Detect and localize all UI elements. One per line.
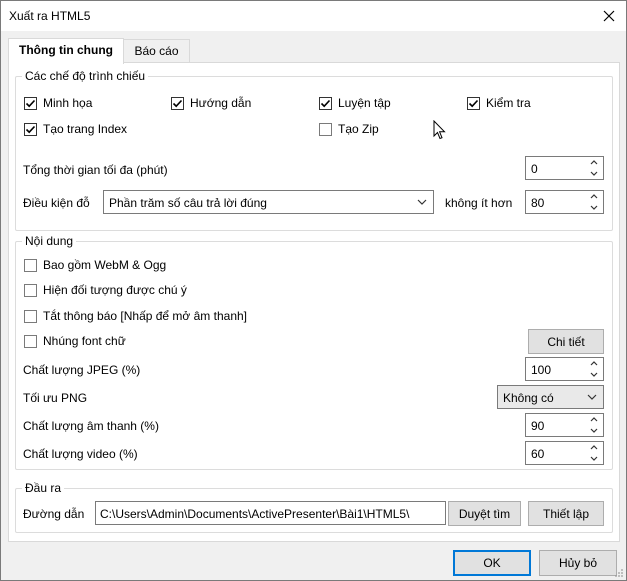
checkbox-box	[319, 122, 332, 136]
close-button[interactable]	[592, 1, 626, 31]
jpeg-quality-label: Chất lượng JPEG (%)	[23, 363, 141, 377]
checkbox-create-index[interactable]: Tạo trang Index	[24, 122, 127, 136]
checkbox-label: Nhúng font chữ	[43, 334, 126, 348]
resize-grip-icon[interactable]	[614, 568, 624, 578]
cancel-button[interactable]: Hủy bỏ	[539, 550, 617, 576]
tab-report-label: Báo cáo	[134, 44, 179, 58]
output-path-field[interactable]: C:\Users\Admin\Documents\ActivePresenter…	[95, 501, 446, 525]
checkbox-label: Hướng dẫn	[190, 96, 252, 110]
checkbox-box	[24, 334, 37, 348]
jpeg-quality-value: 100	[531, 363, 552, 377]
browse-button[interactable]: Duyệt tìm	[448, 501, 521, 526]
check-icon	[25, 99, 36, 107]
spin-down-icon[interactable]	[590, 372, 598, 378]
checkbox-label: Hiện đối tượng được chú ý	[43, 283, 187, 297]
checkbox-illustration[interactable]: Minh họa	[24, 96, 92, 110]
checkbox-mute-notice[interactable]: Tắt thông báo [Nhấp để mở âm thanh]	[24, 309, 247, 323]
checkbox-label: Luyện tập	[338, 96, 391, 110]
check-icon	[320, 99, 331, 107]
checkbox-label: Tạo trang Index	[43, 122, 128, 136]
checkbox-create-zip[interactable]: Tạo Zip	[319, 122, 379, 136]
checkbox-box	[171, 96, 184, 110]
pass-condition-label: Điều kiện đỗ	[23, 196, 90, 210]
chevron-down-icon	[587, 394, 597, 400]
settings-button-label: Thiết lập	[542, 506, 590, 521]
spin-up-icon[interactable]	[590, 159, 598, 165]
pass-condition-select[interactable]: Phần trăm số câu trả lời đúng	[103, 190, 434, 214]
png-optimize-select[interactable]: Không có	[497, 385, 604, 409]
spin-down-icon[interactable]	[590, 428, 598, 434]
details-button[interactable]: Chi tiết	[528, 329, 604, 354]
checkbox-show-highlighted[interactable]: Hiện đối tượng được chú ý	[24, 283, 187, 297]
spin-up-icon[interactable]	[590, 193, 598, 199]
window-title: Xuất ra HTML5	[9, 9, 91, 23]
title-bar: Xuất ra HTML5	[1, 1, 626, 31]
check-icon	[172, 99, 183, 107]
spin-up-icon[interactable]	[590, 444, 598, 450]
max-time-spinbox[interactable]: 0	[525, 156, 604, 180]
content-group-title: Nội dung	[22, 234, 77, 248]
checkbox-embed-font[interactable]: Nhúng font chữ	[24, 334, 126, 348]
spin-up-icon[interactable]	[590, 416, 598, 422]
output-group-title: Đầu ra	[22, 481, 65, 495]
video-quality-label: Chất lượng video (%)	[23, 447, 138, 461]
ok-button-label: OK	[483, 556, 501, 570]
modes-group-title: Các chế độ trình chiếu	[22, 69, 149, 83]
checkbox-label: Tắt thông báo [Nhấp để mở âm thanh]	[43, 309, 247, 323]
checkbox-test[interactable]: Kiểm tra	[467, 96, 531, 110]
spin-down-icon[interactable]	[590, 171, 598, 177]
check-icon	[25, 125, 36, 133]
checkbox-box	[467, 96, 480, 110]
tab-general-label: Thông tin chung	[19, 43, 113, 57]
pass-condition-value: Phần trăm số câu trả lời đúng	[109, 196, 267, 210]
max-time-value: 0	[531, 162, 538, 176]
checkbox-label: Bao gồm WebM & Ogg	[43, 258, 167, 272]
not-less-than-label: không ít hơn	[445, 196, 513, 210]
max-time-label: Tổng thời gian tối đa (phút)	[23, 163, 168, 177]
audio-quality-spinbox[interactable]: 90	[525, 413, 604, 437]
checkbox-label: Kiểm tra	[486, 96, 531, 110]
pass-percent-value: 80	[531, 196, 545, 210]
tab-report[interactable]: Báo cáo	[123, 39, 190, 63]
checkbox-label: Minh họa	[43, 96, 93, 110]
tab-general[interactable]: Thông tin chung	[8, 38, 124, 64]
pass-percent-spinbox[interactable]: 80	[525, 190, 604, 214]
checkbox-practice[interactable]: Luyện tập	[319, 96, 391, 110]
audio-quality-value: 90	[531, 419, 545, 433]
checkbox-box	[24, 283, 37, 297]
content-group: Nội dung	[15, 234, 613, 470]
ok-button[interactable]: OK	[453, 550, 531, 576]
checkbox-label: Tạo Zip	[338, 122, 379, 136]
checkbox-box	[24, 96, 37, 110]
checkbox-box	[319, 96, 332, 110]
settings-button[interactable]: Thiết lập	[528, 501, 604, 526]
tab-panel: Các chế độ trình chiếu Minh họa Hướng dẫ…	[8, 62, 620, 542]
png-optimize-value: Không có	[503, 391, 554, 405]
close-icon	[603, 10, 615, 22]
check-icon	[468, 99, 479, 107]
checkbox-tutorial[interactable]: Hướng dẫn	[171, 96, 251, 110]
path-label: Đường dẫn	[23, 507, 85, 521]
spin-down-icon[interactable]	[590, 205, 598, 211]
audio-quality-label: Chất lượng âm thanh (%)	[23, 419, 159, 433]
browse-button-label: Duyệt tìm	[458, 506, 511, 521]
png-optimize-label: Tối ưu PNG	[23, 391, 88, 405]
spin-up-icon[interactable]	[590, 360, 598, 366]
chevron-down-icon	[417, 199, 427, 205]
checkbox-box	[24, 258, 37, 272]
output-path-value: C:\Users\Admin\Documents\ActivePresenter…	[100, 507, 410, 521]
cancel-button-label: Hủy bỏ	[558, 556, 598, 570]
video-quality-spinbox[interactable]: 60	[525, 441, 604, 465]
checkbox-box	[24, 309, 37, 323]
checkbox-include-webm-ogg[interactable]: Bao gồm WebM & Ogg	[24, 258, 166, 272]
spin-down-icon[interactable]	[590, 456, 598, 462]
export-dialog: Xuất ra HTML5 Thông tin chung Báo cáo Cá…	[0, 0, 627, 581]
video-quality-value: 60	[531, 447, 545, 461]
checkbox-box	[24, 122, 37, 136]
details-button-label: Chi tiết	[547, 334, 585, 349]
mouse-cursor-icon	[433, 120, 446, 140]
jpeg-quality-spinbox[interactable]: 100	[525, 357, 604, 381]
